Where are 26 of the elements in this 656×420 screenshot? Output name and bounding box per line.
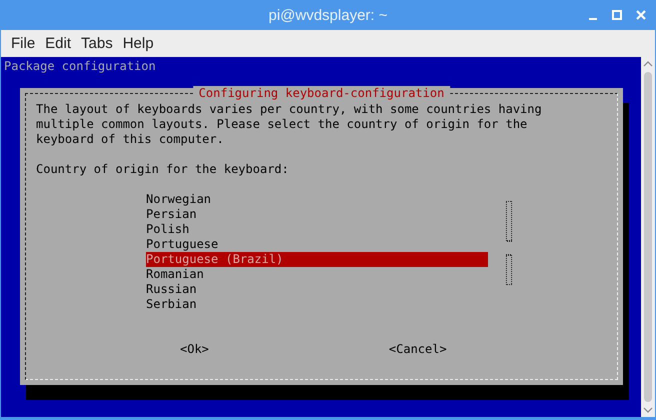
country-option[interactable]: Polish [146,222,488,237]
scrollbar-thumb[interactable] [644,72,652,402]
scroll-down-icon[interactable] [642,405,654,415]
dialog-button[interactable]: <Cancel> [388,342,447,357]
dialog-message: The layout of keyboards varies per country, with some countries having multiple common layouts. Please select the country of origin for the keyboard of this computer. [36,102,543,147]
country-option[interactable]: Portuguese [146,237,488,252]
scrollbar[interactable] [641,57,655,417]
menu-item[interactable]: Help [118,35,158,52]
menu-item[interactable]: Tabs [77,35,117,52]
country-option[interactable]: Norwegian [146,192,488,207]
dialog-button[interactable]: <Ok> [180,342,209,357]
maximize-icon[interactable] [610,8,624,22]
menu-item[interactable]: File [7,35,40,52]
list-scrollbar-icon [506,201,512,285]
country-option[interactable]: Portuguese (Brazil) [146,252,488,267]
scroll-up-icon[interactable] [642,59,654,69]
prompt-label: Country of origin for the keyboard: [36,162,290,177]
dialog-title: Configuring keyboard-configuration [192,86,450,101]
country-option[interactable]: Serbian [146,297,488,312]
country-option[interactable]: Romanian [146,267,488,282]
window-title: pi@wvdsplayer: ~ [268,6,388,24]
country-option[interactable]: Russian [146,282,488,297]
close-icon[interactable] [634,8,648,22]
country-option[interactable]: Persian [146,207,488,222]
menu-item[interactable]: Edit [41,35,76,52]
terminal-header: Package configuration [4,59,156,74]
